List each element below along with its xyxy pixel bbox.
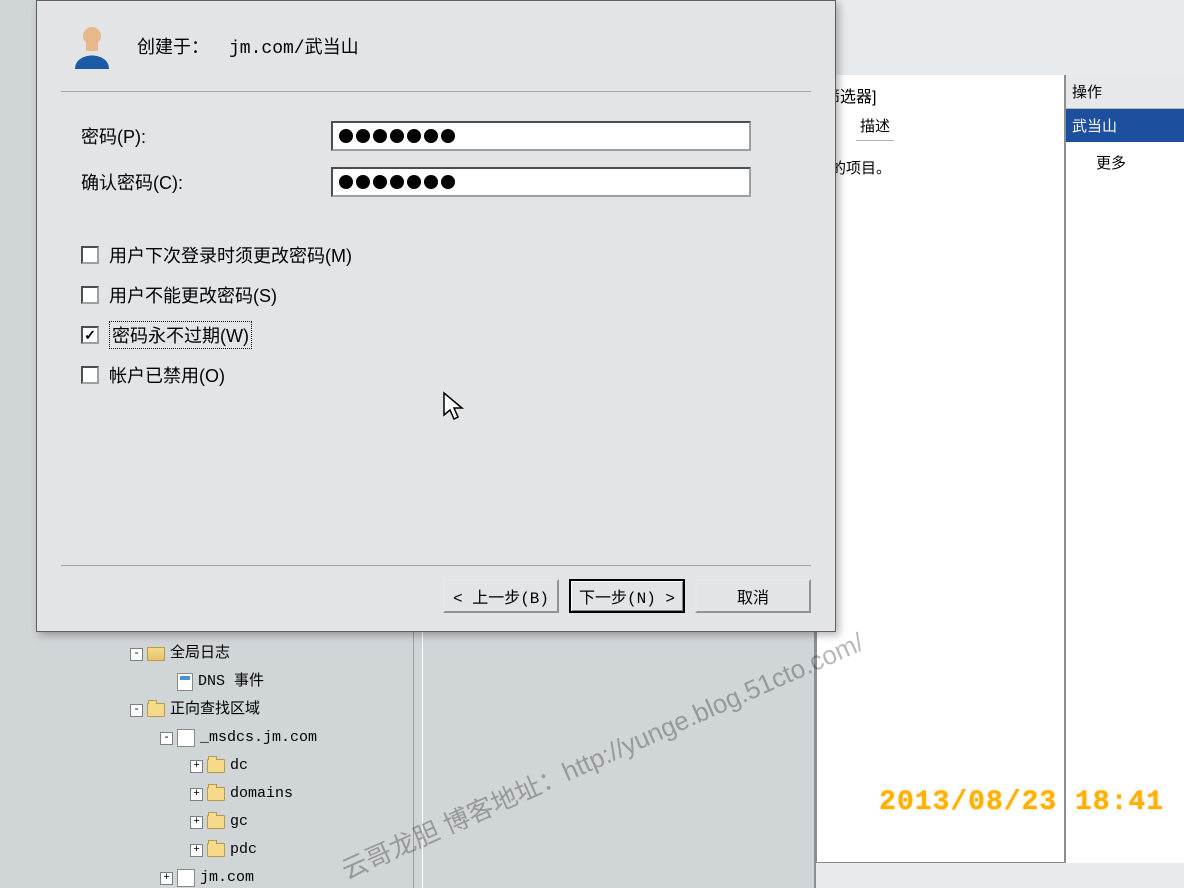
confirm-password-input[interactable] [331,167,751,197]
new-user-wizard-dialog: 创建于： jm.com/武当山 密码(P): 确认密码(C): 用户下次登录时须… [36,0,836,632]
tree-item[interactable]: + dc [130,752,410,780]
folder-icon [207,759,225,773]
tree-item-label: pdc [230,836,257,864]
expand-icon[interactable]: + [190,760,203,773]
back-button[interactable]: < 上一步(B) [443,579,559,613]
zone-icon [177,729,195,747]
tree-item-label: domains [230,780,293,808]
cancel-button[interactable]: 取消 [695,579,811,613]
camera-timestamp: 2013/08/23 18:41 [879,787,1164,818]
tree-item-label: _msdcs.jm.com [200,724,317,752]
actions-pane-selection[interactable]: 武当山 [1066,109,1184,142]
expand-icon[interactable]: + [160,872,173,885]
tree-item-label: jm.com [200,864,254,888]
checkbox-0[interactable] [81,246,99,264]
tree-item[interactable]: DNS 事件 [130,668,410,696]
checkbox-row-1[interactable]: 用户不能更改密码(S) [81,275,795,315]
checkbox-label: 帐户已禁用(O) [109,362,225,388]
folder-icon [147,703,165,717]
collapse-icon[interactable]: - [130,648,143,661]
checkbox-label: 密码永不过期(W) [109,321,252,349]
right-columns: 筛选器] 描述 示的项目。 操作 武当山 更多 [814,0,1184,888]
checkbox-row-3[interactable]: 帐户已禁用(O) [81,355,795,395]
zone-icon [177,869,195,887]
collapse-icon[interactable]: - [130,704,143,717]
checkbox-2[interactable]: ✓ [81,326,99,344]
actions-pane-header: 操作 [1066,75,1184,109]
list-header: 筛选器] 描述 示的项目。 [816,75,1074,115]
tree-item[interactable]: + domains [130,780,410,808]
password-input[interactable] [331,121,751,151]
tree-item[interactable]: + gc [130,808,410,836]
event-icon [177,673,193,691]
tree-item[interactable]: - _msdcs.jm.com [130,724,410,752]
expand-icon[interactable]: + [190,788,203,801]
folder-icon [207,815,225,829]
tree-item-label: 正向查找区域 [170,696,260,724]
tree-item-label: 全局日志 [170,640,230,668]
created-in-label: 创建于： [137,33,209,59]
tree-item[interactable]: - 正向查找区域 [130,696,410,724]
checkbox-1[interactable] [81,286,99,304]
tree-item[interactable]: - 全局日志 [130,640,410,668]
confirm-password-label: 确认密码(C): [81,169,331,195]
actions-pane: 操作 武当山 更多 [1064,75,1184,863]
folder-icon [207,843,225,857]
tree-item-label: gc [230,808,248,836]
column-header-description[interactable]: 描述 [856,111,894,141]
tree-item-label: DNS 事件 [198,668,264,696]
user-icon [67,21,117,71]
next-button[interactable]: 下一步(N) > [569,579,685,613]
folder-icon [207,787,225,801]
expand-icon[interactable]: + [190,844,203,857]
password-label: 密码(P): [81,123,331,149]
filter-label: 筛选器] [824,79,1066,111]
created-in-path: jm.com/武当山 [229,33,359,59]
expand-icon[interactable]: + [190,816,203,829]
checkbox-row-0[interactable]: 用户下次登录时须更改密码(M) [81,235,795,275]
actions-pane-more[interactable]: 更多 [1066,142,1184,173]
checkbox-label: 用户不能更改密码(S) [109,282,277,308]
tree-item-label: dc [230,752,248,780]
checkbox-label: 用户下次登录时须更改密码(M) [109,242,352,268]
collapse-icon[interactable]: - [160,732,173,745]
checkbox-row-2[interactable]: ✓ 密码永不过期(W) [81,315,795,355]
log-icon [147,647,165,661]
checkbox-3[interactable] [81,366,99,384]
